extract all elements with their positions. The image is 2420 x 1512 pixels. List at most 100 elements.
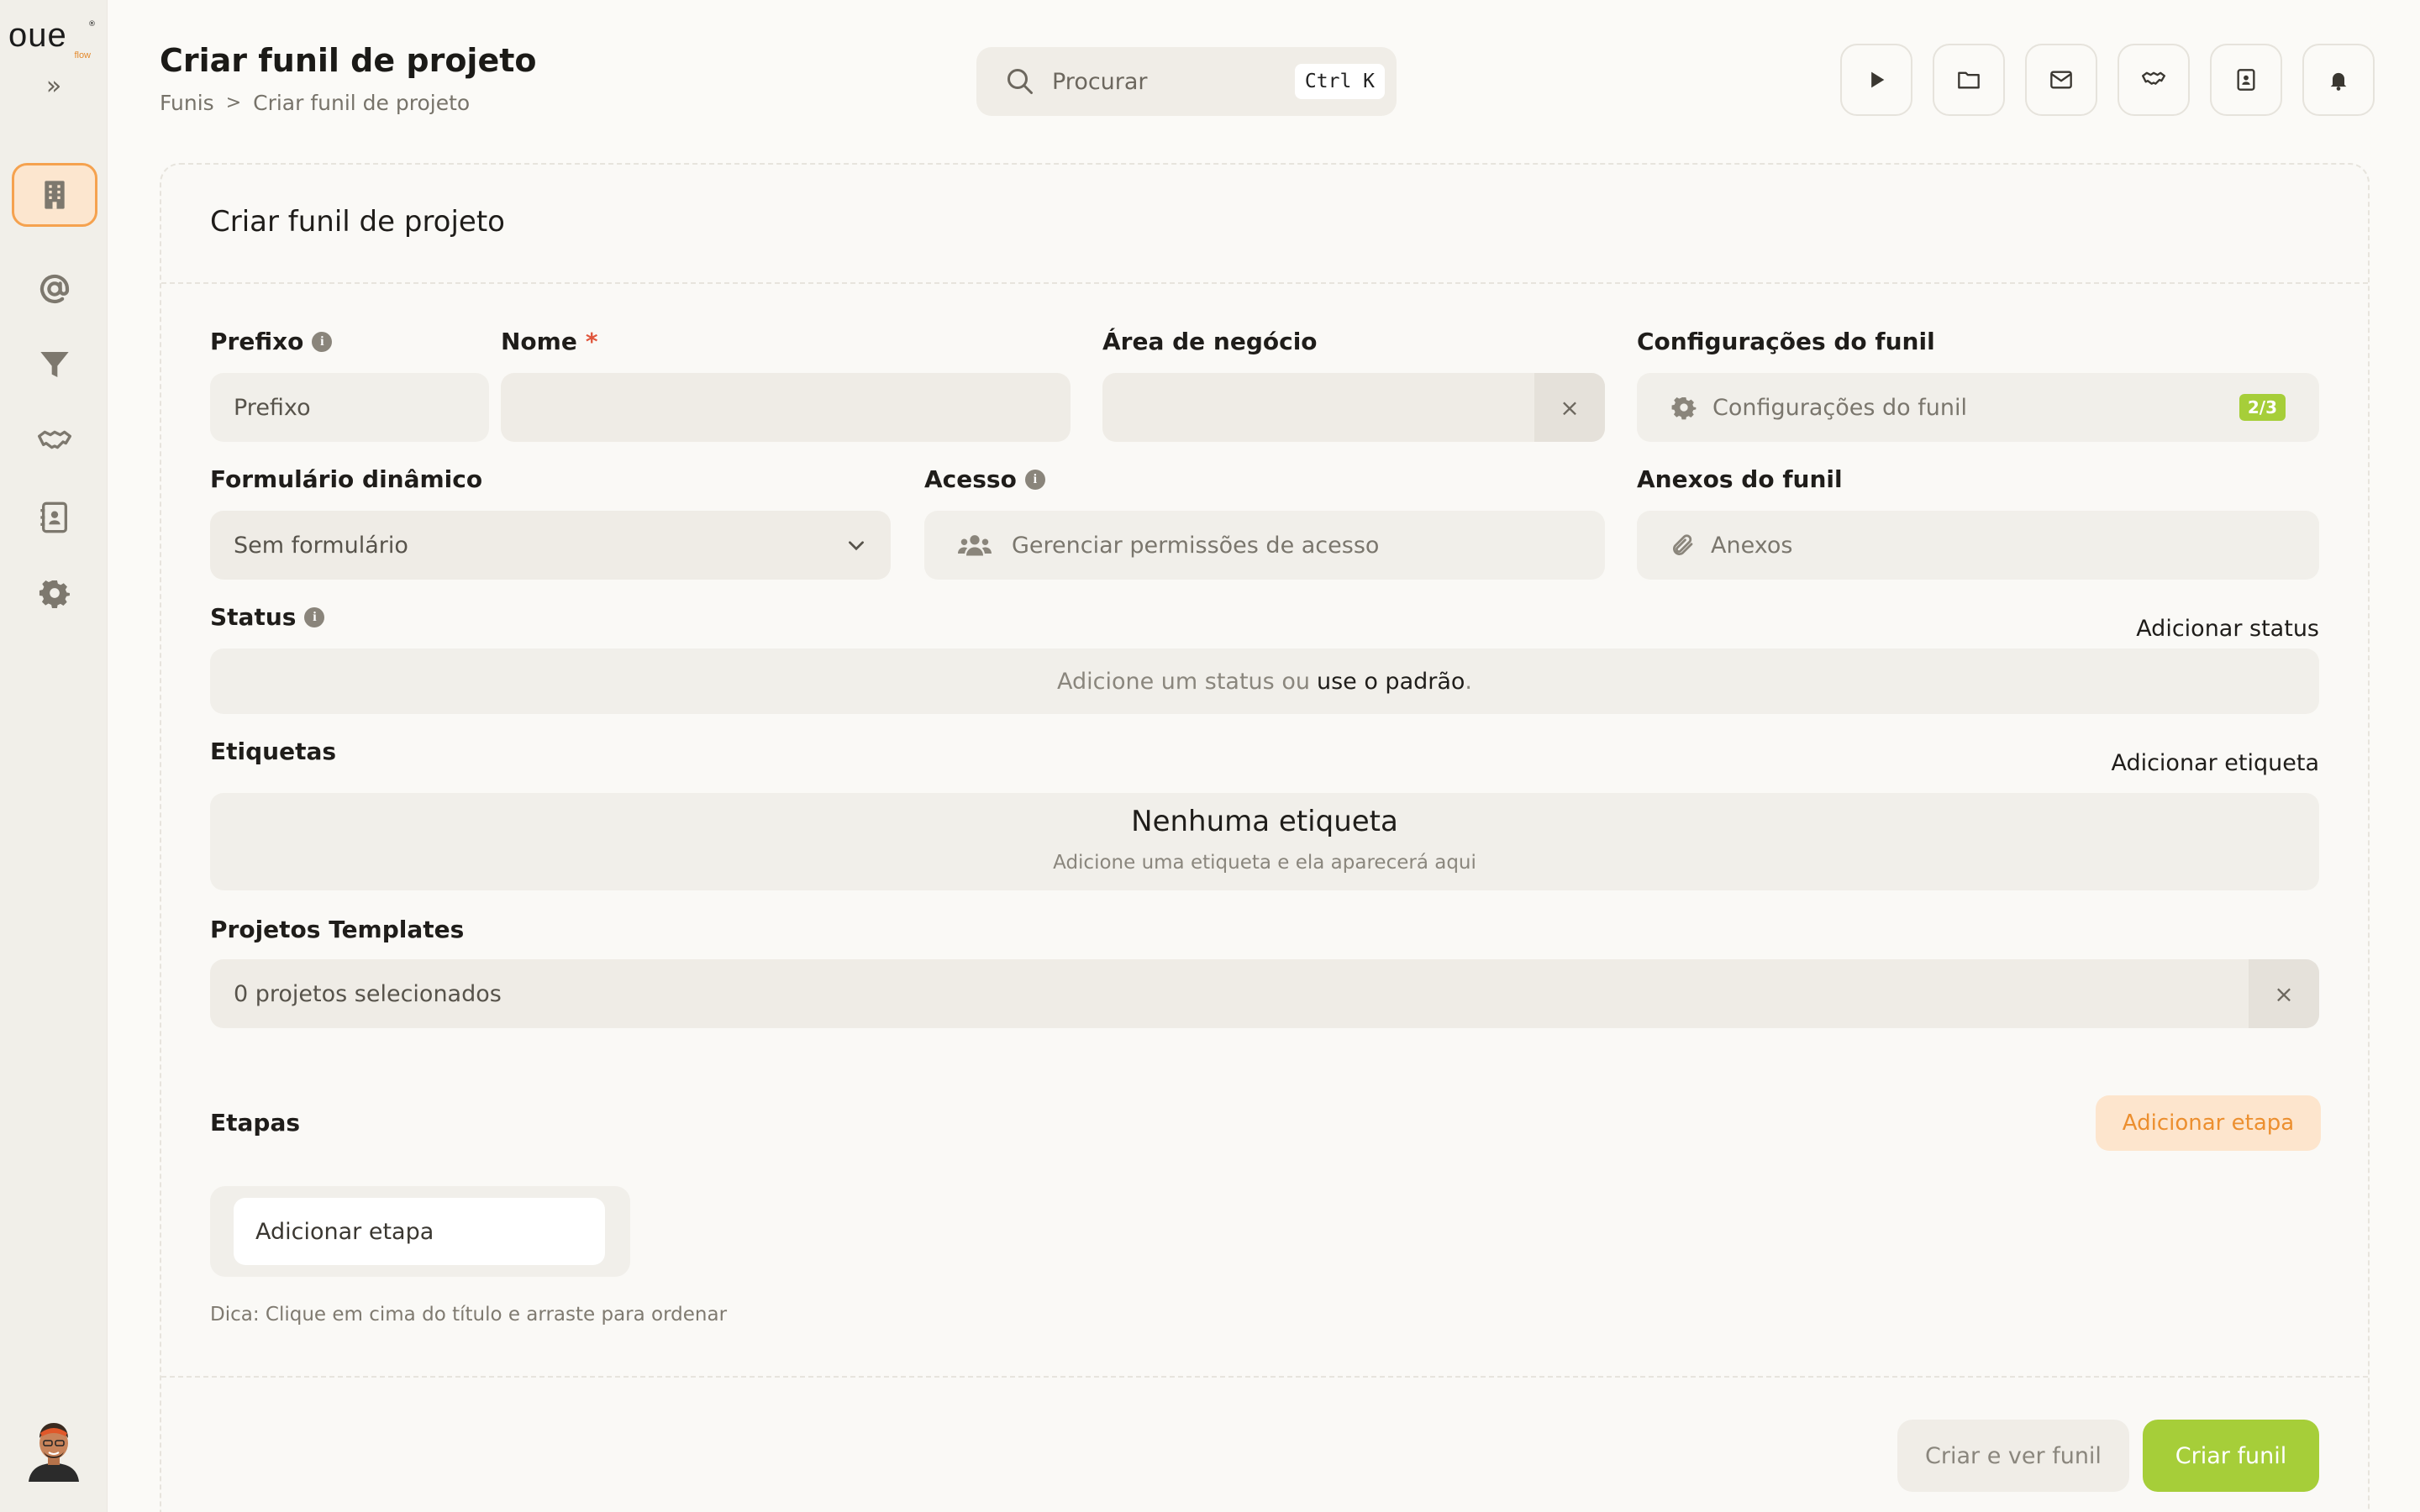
footer-divider <box>161 1376 2368 1378</box>
play-button[interactable] <box>1840 44 1912 116</box>
sidebar-item-contacts[interactable] <box>12 486 97 549</box>
breadcrumb-link-funis[interactable]: Funis <box>160 91 214 115</box>
templates-label-text: Projetos Templates <box>210 916 465 943</box>
handshake-icon <box>2142 71 2165 85</box>
add-tag-link[interactable]: Adicionar etiqueta <box>2111 750 2319 776</box>
tags-label-text: Etiquetas <box>210 738 337 765</box>
funnel-settings-text: Configurações do funil <box>1712 394 1967 421</box>
logo[interactable]: OUE ® flow <box>8 18 101 64</box>
chevron-down-icon <box>849 541 864 551</box>
add-stage-input[interactable]: Adicionar etapa <box>234 1198 605 1265</box>
bell-icon <box>2330 72 2347 91</box>
sidebar-item-deals[interactable] <box>12 410 97 474</box>
dynamic-form-value: Sem formulário <box>234 532 408 559</box>
business-area-label-text: Área de negócio <box>1102 328 1318 355</box>
breadcrumb: Funis > Criar funil de projeto <box>160 91 470 115</box>
card-title: Criar funil de projeto <box>210 205 505 239</box>
contact-book-icon <box>40 501 67 533</box>
sidebar-item-funnels[interactable] <box>12 333 97 396</box>
tags-empty-state: Nenhuma etiqueta Adicione uma etiqueta e… <box>210 793 2319 890</box>
at-sign-icon <box>39 274 70 304</box>
prefix-input[interactable]: Prefixo <box>210 373 489 442</box>
avatar-icon <box>29 1423 79 1482</box>
search-shortcut-key: Ctrl K <box>1294 64 1385 99</box>
search-placeholder: Procurar <box>1052 68 1148 95</box>
access-permissions-button[interactable]: Gerenciar permissões de acesso <box>924 511 1605 580</box>
required-mark: * <box>585 328 598 355</box>
name-label-text: Nome <box>501 328 577 355</box>
search-bar[interactable]: Procurar Ctrl K <box>976 47 1397 116</box>
expand-sidebar-icon[interactable]: » <box>40 74 67 101</box>
contact-book-icon <box>2237 69 2255 91</box>
dynamic-form-select[interactable]: Sem formulário <box>210 511 891 580</box>
status-label: Status i <box>210 603 325 631</box>
status-label-text: Status <box>210 603 297 631</box>
use-default-link[interactable]: use o padrão <box>1317 669 1465 695</box>
logo-registered-mark: ® <box>88 20 96 29</box>
attachments-button[interactable]: Anexos <box>1637 511 2319 580</box>
mail-icon <box>2050 71 2072 89</box>
folder-icon <box>1958 71 1980 89</box>
name-input[interactable] <box>501 373 1071 442</box>
folder-button[interactable] <box>1933 44 2005 116</box>
prefix-placeholder: Prefixo <box>234 394 311 421</box>
stages-label-text: Etapas <box>210 1109 301 1137</box>
prefix-label-text: Prefixo <box>210 328 304 355</box>
drag-hint: Dica: Clique em cima do título e arraste… <box>210 1304 728 1326</box>
add-stage-button[interactable]: Adicionar etapa <box>2096 1095 2321 1151</box>
contacts-button[interactable] <box>2210 44 2282 116</box>
dynamic-form-label: Formulário dinâmico <box>210 465 482 493</box>
sidebar-item-building[interactable] <box>12 163 97 227</box>
access-label: Acesso i <box>924 465 1045 493</box>
status-empty-text: Adicione um status ou <box>1056 668 1310 695</box>
clear-business-area-button[interactable]: × <box>1534 373 1605 442</box>
dynamic-form-label-text: Formulário dinâmico <box>210 465 483 493</box>
search-icon <box>1007 69 1033 94</box>
status-empty-suffix: . <box>1465 668 1473 695</box>
access-label-text: Acesso <box>924 465 1017 493</box>
settings-progress-badge: 2/3 <box>2238 394 2286 421</box>
add-status-link[interactable]: Adicionar status <box>2136 616 2319 642</box>
tags-empty-subtitle: Adicione uma etiqueta e ela aparecerá aq… <box>1053 852 1476 874</box>
gear-icon <box>1671 396 1697 420</box>
paperclip-icon <box>1673 534 1693 555</box>
logo-text: OUE <box>8 17 67 54</box>
funnel-settings-label: Configurações do funil <box>1637 328 1935 355</box>
notifications-button[interactable] <box>2302 44 2375 116</box>
prefix-label: Prefixo i <box>210 328 333 355</box>
stage-column: Adicionar etapa <box>210 1186 630 1277</box>
users-icon <box>958 535 992 556</box>
sidebar: OUE ® flow » <box>0 0 108 1512</box>
attachments-label: Anexos do funil <box>1637 465 1843 493</box>
breadcrumb-separator: > <box>225 92 242 113</box>
attachments-label-text: Anexos do funil <box>1637 465 1843 493</box>
building-icon <box>45 181 65 209</box>
card-header: Criar funil de projeto <box>161 165 2368 284</box>
templates-label: Projetos Templates <box>210 916 464 943</box>
clear-templates-button[interactable]: × <box>2249 959 2319 1028</box>
gear-icon <box>39 580 70 608</box>
create-funnel-button[interactable]: Criar funil <box>2143 1420 2319 1492</box>
deals-button[interactable] <box>2118 44 2190 116</box>
tags-empty-title: Nenhuma etiqueta <box>1131 805 1398 838</box>
user-avatar[interactable] <box>25 1415 82 1482</box>
sidebar-item-settings[interactable] <box>12 561 97 625</box>
templates-value: 0 projetos selecionados <box>234 980 502 1007</box>
mail-button[interactable] <box>2025 44 2097 116</box>
funnel-settings-button[interactable]: Configurações do funil 2/3 <box>1637 373 2319 442</box>
access-text: Gerenciar permissões de acesso <box>1012 532 1380 559</box>
templates-select[interactable]: 0 projetos selecionados × <box>210 959 2319 1028</box>
play-icon <box>1871 71 1885 88</box>
close-icon: × <box>1560 393 1580 422</box>
info-icon[interactable]: i <box>304 606 325 627</box>
funnel-settings-label-text: Configurações do funil <box>1637 328 1935 355</box>
close-icon: × <box>2274 979 2294 1008</box>
info-icon[interactable]: i <box>1024 469 1045 490</box>
status-empty-state: Adicione um status ou use o padrão . <box>210 648 2319 714</box>
handshake-icon <box>38 430 71 449</box>
business-area-select[interactable]: × <box>1102 373 1605 442</box>
funnel-icon <box>40 352 69 377</box>
create-and-view-button[interactable]: Criar e ver funil <box>1897 1420 2129 1492</box>
info-icon[interactable]: i <box>312 331 333 352</box>
sidebar-item-mentions[interactable] <box>12 257 97 321</box>
